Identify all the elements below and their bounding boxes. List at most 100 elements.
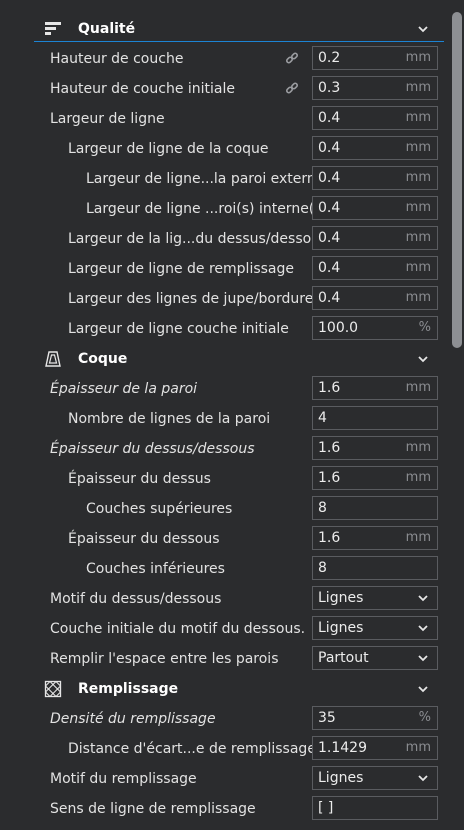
wall-thickness-input[interactable]: 1.6 mm [312,376,438,400]
inner-wall-line-width-input[interactable]: 0.4 mm [312,196,438,220]
wall-line-width-input[interactable]: 0.4 mm [312,136,438,160]
setting-row-wall-line-width: Largeur de ligne de la coque 0.4 mm [34,134,444,164]
setting-label: Largeur de ligne ...roi(s) interne(s) [86,201,328,217]
field-value: 1.6 [318,440,341,456]
setting-row-initial-layer-line-width: Largeur de ligne couche initiale 100.0 % [34,314,444,344]
field-unit: mm [405,740,431,755]
wall-line-count-input[interactable]: 4 [312,406,438,430]
chevron-down-icon [418,775,428,782]
field-value: Partout [318,650,369,666]
fill-gaps-select[interactable]: Partout [312,646,438,670]
field-unit: % [418,710,431,725]
setting-row-top-layers: Couches supérieures 8 [34,494,444,524]
field-value: [ ] [318,800,334,816]
setting-label: Motif du remplissage [50,771,197,787]
setting-row-initial-layer-height: Hauteur de couche initiale 0.3 mm [34,74,444,104]
field-unit: mm [405,200,431,215]
setting-label: Largeur des lignes de jupe/bordure [68,291,314,307]
shell-icon [45,351,61,367]
setting-row-outer-wall-line-width: Largeur de ligne...la paroi externe 0.4 … [34,164,444,194]
setting-label: Largeur de ligne couche initiale [68,321,289,337]
line-width-input[interactable]: 0.4 mm [312,106,438,130]
infill-line-width-input[interactable]: 0.4 mm [312,256,438,280]
setting-label: Nombre de lignes de la paroi [68,411,271,427]
top-bottom-line-width-input[interactable]: 0.4 mm [312,226,438,250]
field-unit: mm [405,260,431,275]
initial-layer-line-width-input[interactable]: 100.0 % [312,316,438,340]
link-icon[interactable] [285,52,299,66]
infill-density-input[interactable]: 35 % [312,706,438,730]
field-value: 0.4 [318,170,341,186]
field-value: 0.4 [318,200,341,216]
top-layers-input[interactable]: 8 [312,496,438,520]
field-value: 4 [318,410,327,426]
section-header-coque[interactable]: Coque [34,344,444,374]
setting-label: Largeur de la lig...du dessus/dessous [68,231,328,247]
infill-icon [44,680,62,698]
chevron-down-icon[interactable] [416,22,430,36]
field-value: 1.6 [318,470,341,486]
field-unit: mm [405,440,431,455]
setting-label: Sens de ligne de remplissage [50,801,256,817]
setting-row-infill-line-directions: Sens de ligne de remplissage [ ] [34,794,444,824]
field-value: 100.0 [318,320,359,336]
field-unit: mm [405,80,431,95]
field-unit: % [418,320,431,335]
section-header-remplissage[interactable]: Remplissage [34,674,444,704]
bottom-layers-input[interactable]: 8 [312,556,438,580]
setting-row-top-bottom-pattern: Motif du dessus/dessous Lignes [34,584,444,614]
layer-height-input[interactable]: 0.2 mm [312,46,438,70]
field-unit: mm [405,140,431,155]
skirt-brim-line-width-input[interactable]: 0.4 mm [312,286,438,310]
setting-row-infill-pattern: Motif du remplissage Lignes [34,764,444,794]
setting-row-infill-line-width: Largeur de ligne de remplissage 0.4 mm [34,254,444,284]
field-value: 0.4 [318,260,341,276]
chevron-down-icon [418,595,428,602]
field-value: 0.4 [318,230,341,246]
field-unit: mm [405,230,431,245]
setting-label: Épaisseur du dessus/dessous [50,441,255,457]
section-header-qualite[interactable]: Qualité [34,14,444,44]
field-unit: mm [405,470,431,485]
field-unit: mm [405,170,431,185]
setting-row-bottom-layers: Couches inférieures 8 [34,554,444,584]
infill-line-distance-input[interactable]: 1.1429 mm [312,736,438,760]
setting-label: Hauteur de couche [50,51,184,67]
chevron-down-icon[interactable] [416,352,430,366]
scrollbar-thumb[interactable] [452,12,462,348]
field-value: 0.3 [318,80,341,96]
outer-wall-line-width-input[interactable]: 0.4 mm [312,166,438,190]
infill-line-directions-input[interactable]: [ ] [312,796,438,820]
setting-label: Couches inférieures [86,561,225,577]
link-icon[interactable] [285,82,299,96]
setting-label: Largeur de ligne de remplissage [68,261,295,277]
infill-pattern-select[interactable]: Lignes [312,766,438,790]
setting-row-wall-line-count: Nombre de lignes de la paroi 4 [34,404,444,434]
setting-row-infill-density: Densité du remplissage 35 % [34,704,444,734]
setting-label: Hauteur de couche initiale [50,81,235,97]
top-bottom-pattern-select[interactable]: Lignes [312,586,438,610]
field-value: 1.6 [318,530,341,546]
setting-row-top-bottom-line-width: Largeur de la lig...du dessus/dessous 0.… [34,224,444,254]
section-title: Coque [78,351,128,367]
initial-layer-height-input[interactable]: 0.3 mm [312,76,438,100]
top-bottom-thickness-input[interactable]: 1.6 mm [312,436,438,460]
setting-row-top-thickness: Épaisseur du dessus 1.6 mm [34,464,444,494]
setting-label: Épaisseur du dessous [68,531,220,547]
field-value: 0.4 [318,140,341,156]
field-value: Lignes [318,770,364,786]
chevron-down-icon [418,655,428,662]
bottom-thickness-input[interactable]: 1.6 mm [312,526,438,550]
setting-label: Densité du remplissage [50,711,216,727]
setting-row-top-bottom-thickness: Épaisseur du dessus/dessous 1.6 mm [34,434,444,464]
field-value: 1.6 [318,380,341,396]
setting-row-wall-thickness: Épaisseur de la paroi 1.6 mm [34,374,444,404]
field-value: 0.4 [318,290,341,306]
chevron-down-icon[interactable] [416,682,430,696]
setting-label: Épaisseur du dessus [68,471,211,487]
initial-bottom-pattern-select[interactable]: Lignes [312,616,438,640]
setting-row-line-width: Largeur de ligne 0.4 mm [34,104,444,134]
chevron-down-icon [418,625,428,632]
setting-row-layer-height: Hauteur de couche 0.2 mm [34,44,444,74]
top-thickness-input[interactable]: 1.6 mm [312,466,438,490]
